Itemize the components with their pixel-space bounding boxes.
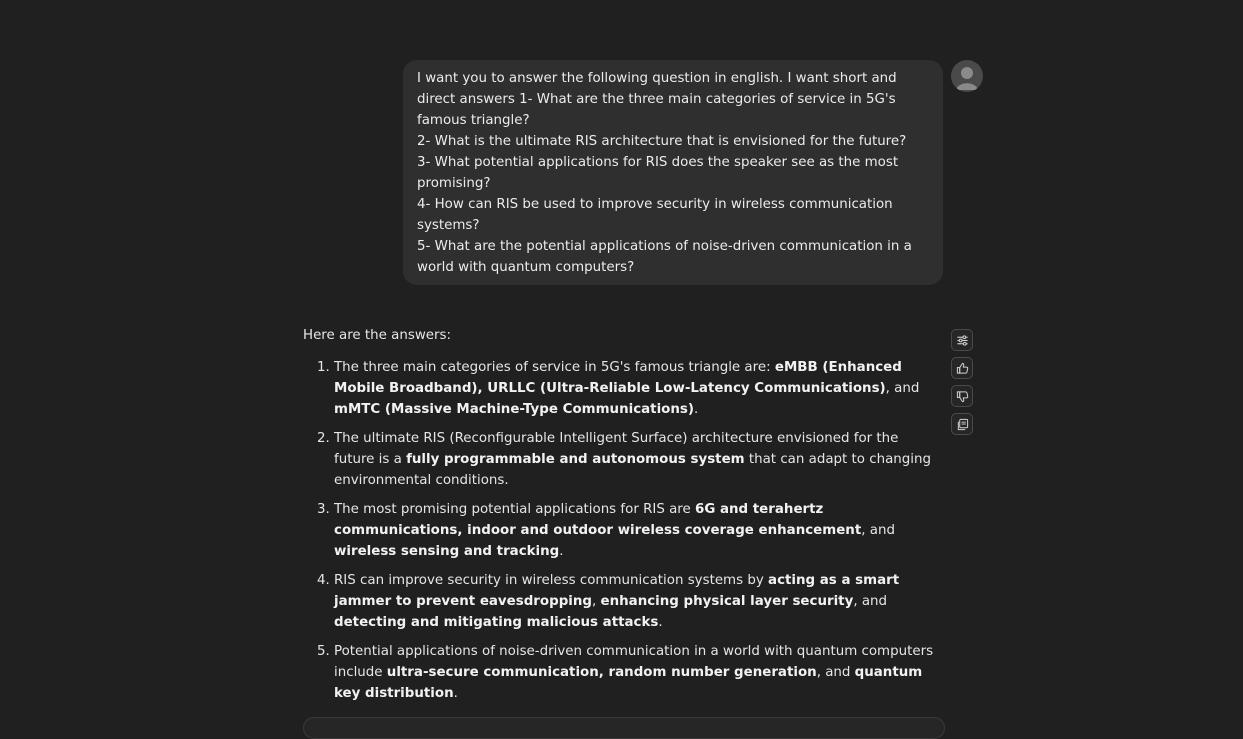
answer-text: The three main categories of service in … xyxy=(334,360,775,375)
answer-bold: wireless sensing and tracking xyxy=(334,544,560,559)
answer-bold: mMTC (Massive Machine-Type Communication… xyxy=(334,402,694,417)
answer-item-2: The ultimate RIS (Reconfigurable Intelli… xyxy=(334,428,943,491)
answer-text: . xyxy=(694,402,699,417)
message-input-bar[interactable] xyxy=(303,717,945,739)
answer-text: RIS can improve security in wireless com… xyxy=(334,573,769,588)
answer-text: , and xyxy=(853,594,888,609)
answer-text: , and xyxy=(816,665,855,680)
answer-text: . xyxy=(453,686,458,701)
answer-text: The most promising potential application… xyxy=(334,502,695,517)
message-actions xyxy=(951,329,975,441)
assistant-intro: Here are the answers: xyxy=(303,328,452,343)
answer-item-4: RIS can improve security in wireless com… xyxy=(334,570,943,633)
answer-item-3: The most promising potential application… xyxy=(334,499,943,562)
user-message-line: I want you to answer the following quest… xyxy=(417,71,897,128)
answer-text: , xyxy=(592,594,601,609)
answer-text: , and xyxy=(861,523,895,538)
answer-item-1: The three main categories of service in … xyxy=(334,357,943,420)
answer-text: . xyxy=(658,615,663,630)
copy-button[interactable] xyxy=(951,413,973,435)
thumbs-up-button[interactable] xyxy=(951,357,973,379)
user-message-bubble: I want you to answer the following quest… xyxy=(403,60,943,285)
thumbs-down-button[interactable] xyxy=(951,385,973,407)
user-avatar-icon xyxy=(951,60,983,92)
user-message-line: 3- What potential applications for RIS d… xyxy=(417,155,899,191)
copy-icon xyxy=(957,418,968,430)
assistant-message: Here are the answers: The three main cat… xyxy=(303,325,943,712)
answer-bold: fully programmable and autonomous system xyxy=(406,452,745,467)
thumbs-up-icon xyxy=(956,362,968,374)
answer-item-5: Potential applications of noise-driven c… xyxy=(334,641,943,704)
answer-bold: detecting and mitigating malicious attac… xyxy=(334,615,659,630)
settings-button[interactable] xyxy=(951,329,973,351)
answer-bold: ultra-secure communication, random numbe… xyxy=(386,665,817,680)
answer-text: , and xyxy=(885,381,920,396)
user-message-line: 5- What are the potential applications o… xyxy=(417,239,912,275)
answer-bold: enhancing physical layer security xyxy=(600,594,854,609)
answer-list: The three main categories of service in … xyxy=(303,357,943,704)
settings-sliders-icon xyxy=(956,334,968,346)
user-message-line: 2- What is the ultimate RIS architecture… xyxy=(417,134,907,149)
thumbs-down-icon xyxy=(956,390,968,402)
answer-text: . xyxy=(559,544,564,559)
user-message-line: 4- How can RIS be used to improve securi… xyxy=(417,197,893,233)
